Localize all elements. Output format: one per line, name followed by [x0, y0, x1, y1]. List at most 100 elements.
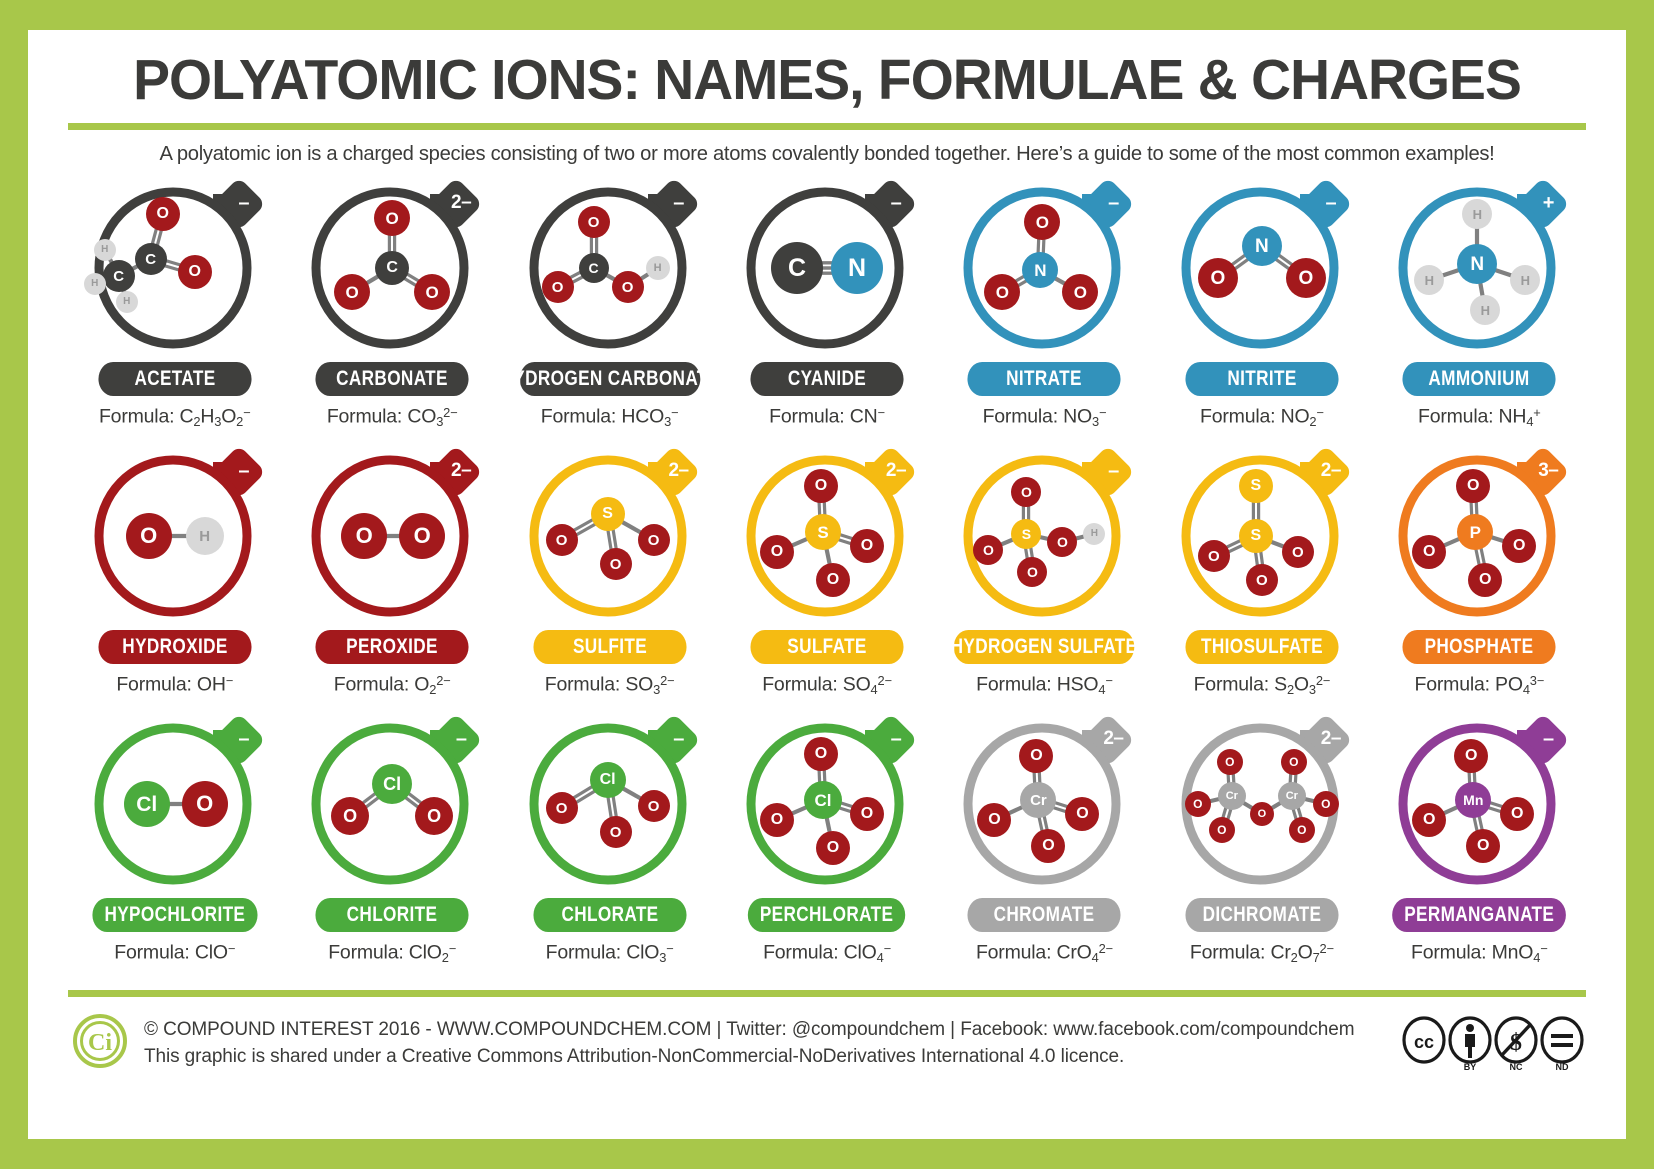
ion-card: C N – CYANIDE Formula: CN−: [720, 180, 933, 448]
atom-cr: Cr: [1217, 782, 1246, 810]
ion-name-label: CHLORITE: [315, 898, 469, 932]
ion-bubble: S O O O O H –: [946, 448, 1142, 624]
atom-cl: Cl: [123, 781, 170, 827]
poster-background: POLYATOMIC IONS: NAMES, FORMULAE & CHARG…: [0, 0, 1654, 1169]
ion-formula: Formula: CO32−: [326, 405, 458, 429]
atom-o: O: [849, 529, 884, 563]
bond-layer: [987, 492, 1095, 573]
ion-formula: Formula: O22−: [333, 673, 451, 697]
ion-formula: Formula: ClO4−: [763, 941, 891, 965]
ion-formula: Formula: PO43−: [1414, 673, 1545, 697]
bond-layer: [555, 222, 659, 291]
atom-o: O: [545, 792, 578, 824]
ion-card: N O O – NITRITE Formula: NO2−: [1155, 180, 1368, 448]
bond-layer: [559, 776, 655, 833]
atom-h: H: [83, 273, 106, 295]
ion-bubble: Cl O O –: [294, 716, 490, 892]
atom-o: O: [815, 563, 850, 597]
bond-layer: [146, 801, 205, 807]
ion-bubble: Cl O O O O –: [729, 716, 925, 892]
atom-cl: Cl: [803, 781, 842, 819]
atom-o: O: [849, 797, 884, 831]
atom-o: O: [1216, 749, 1243, 775]
atom-o: O: [331, 797, 370, 835]
ion-name-label: HYDROGEN SULFATE: [951, 630, 1137, 664]
atom-o: O: [1208, 817, 1235, 843]
ion-card: S O O O O H – HYDROGEN SULFATE Formula: HSO4−: [938, 448, 1151, 716]
ion-formula: Formula: NH4+: [1417, 405, 1541, 429]
ion-card: Mn O O O O – PERMANGANATE Formula: MnO4−: [1373, 716, 1586, 984]
atom-o: O: [541, 271, 574, 303]
atom-o: O: [759, 535, 794, 569]
ion-bubble: N O O –: [1164, 180, 1360, 356]
atom-o: O: [611, 271, 644, 303]
atom-s: S: [590, 497, 625, 531]
atom-h: H: [93, 239, 116, 261]
svg-text:BY: BY: [1464, 1062, 1477, 1072]
ion-card: N H H H H + AMMONIUM Formula: NH4+: [1373, 180, 1586, 448]
ion-card: Cr O O O O 2– CHROMATE Formula: CrO42−: [938, 716, 1151, 984]
bond-layer: [796, 261, 857, 275]
ion-card: Cr Cr O O O O O O O 2– DICHROMATE Formula: Cr2O72−: [1155, 716, 1368, 984]
atom-o: O: [1312, 791, 1339, 817]
atom-o: O: [341, 513, 388, 559]
ion-name-label: PERMANGANATE: [1392, 898, 1567, 932]
ion-name-label: SULFITE: [533, 630, 687, 664]
ion-grid: O C O C H H H – ACETATE Formula: C2H3O2− O C O O 2– CAR…: [68, 180, 1586, 984]
ion-name-label: PHOSPHATE: [1402, 630, 1556, 664]
atom-o: O: [1249, 802, 1274, 826]
ion-name-label: CARBONATE: [315, 362, 469, 396]
footer-text-block: © COMPOUND INTEREST 2016 - WWW.COMPOUNDC…: [144, 1017, 1386, 1071]
ion-formula: Formula: HCO3−: [540, 405, 679, 429]
svg-text:NC: NC: [1510, 1062, 1523, 1072]
atom-o: O: [803, 469, 838, 503]
atom-s: S: [1238, 519, 1273, 553]
svg-text:cc: cc: [1414, 1032, 1434, 1052]
atom-o: O: [125, 513, 172, 559]
ion-name-label: NITRATE: [967, 362, 1121, 396]
ion-formula: Formula: ClO−: [114, 941, 236, 964]
atom-o: O: [181, 781, 228, 827]
svg-text:Ci: Ci: [88, 1030, 112, 1056]
ion-name-label: HYDROGEN CARBONATE: [500, 362, 719, 396]
atom-s: S: [804, 514, 841, 550]
ion-name-label: CYANIDE: [750, 362, 904, 396]
footer-divider: [68, 990, 1586, 997]
atom-o: O: [1184, 791, 1211, 817]
ion-card: Cl O O O O – PERCHLORATE Formula: ClO4−: [720, 716, 933, 984]
ion-name-label: SULFATE: [750, 630, 904, 664]
cc-by-icon: BY: [1448, 1015, 1492, 1072]
cc-nd-icon: ND: [1540, 1015, 1584, 1072]
atom-o: O: [637, 790, 670, 822]
ion-card: O O 2– PEROXIDE Formula: O22−: [285, 448, 498, 716]
atom-n: N: [830, 242, 883, 294]
atom-o: O: [1281, 536, 1314, 568]
atom-o: O: [145, 197, 180, 231]
atom-o: O: [803, 737, 838, 771]
ion-name-label: ACETATE: [98, 362, 252, 396]
ion-formula: Formula: ClO2−: [328, 941, 457, 965]
ion-bubble: O N O O –: [946, 180, 1142, 356]
atom-s: S: [1238, 469, 1273, 503]
cc-icon: cc: [1402, 1015, 1446, 1064]
ion-name-label: HYDROXIDE: [98, 630, 252, 664]
ion-bubble: C N –: [729, 180, 925, 356]
ion-card: O N O O – NITRATE Formula: NO3−: [938, 180, 1151, 448]
ion-bubble: S O O O 2–: [512, 448, 708, 624]
atom-n: N: [1241, 226, 1282, 266]
svg-text:ND: ND: [1556, 1062, 1569, 1072]
ion-formula: Formula: NO3−: [982, 405, 1107, 429]
ion-card: O C O C H H H – ACETATE Formula: C2H3O2−: [68, 180, 281, 448]
atom-cr: Cr: [1277, 782, 1306, 810]
atom-o: O: [399, 513, 446, 559]
atom-o: O: [1280, 749, 1307, 775]
footer-licence-line: This graphic is shared under a Creative …: [144, 1045, 1125, 1067]
title-divider: [68, 123, 1586, 130]
ion-bubble: Cr O O O O 2–: [946, 716, 1142, 892]
ion-formula: Formula: ClO3−: [545, 941, 674, 965]
ion-card: O C O O H – HYDROGEN CARBONATE Formula: HCO3−: [500, 180, 719, 448]
ion-bubble: O O 2–: [294, 448, 490, 624]
atom-o: O: [759, 803, 794, 837]
ion-bubble: O C O O 2–: [294, 180, 490, 356]
atom-o: O: [1197, 540, 1230, 572]
